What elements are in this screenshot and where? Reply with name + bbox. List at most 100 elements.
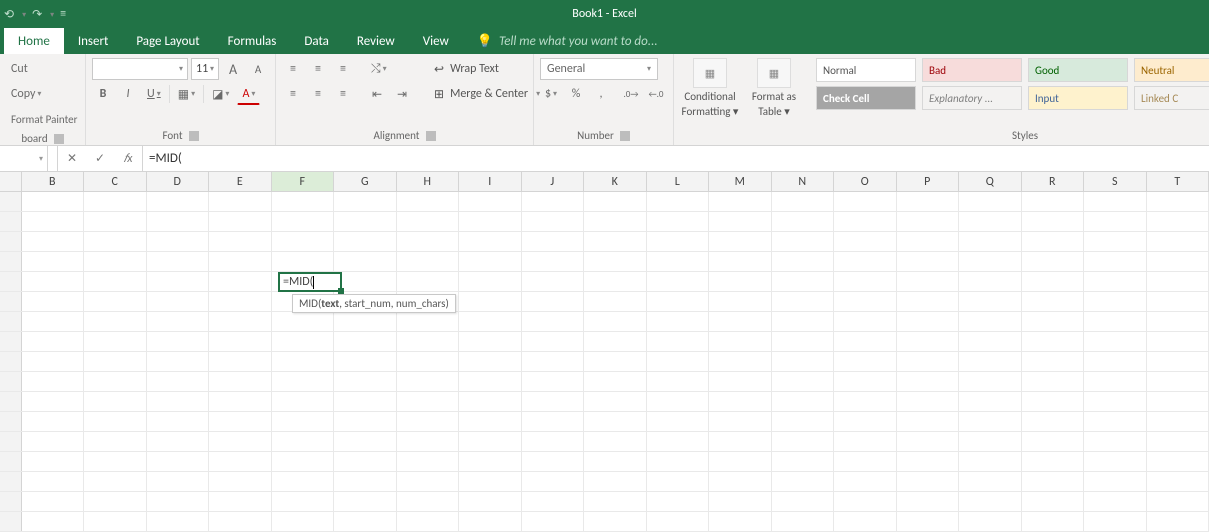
cell[interactable] [459, 192, 522, 211]
cell[interactable] [772, 232, 835, 251]
cell[interactable] [772, 292, 835, 311]
number-format-combo[interactable]: General [540, 58, 658, 80]
align-top-button[interactable]: ≡ [282, 58, 304, 80]
column-header[interactable]: C [84, 172, 147, 191]
cell[interactable] [1022, 392, 1085, 411]
cell[interactable] [1022, 212, 1085, 231]
cell[interactable] [459, 252, 522, 271]
cell[interactable] [334, 192, 397, 211]
cell[interactable] [522, 372, 585, 391]
grid-rows[interactable]: =MID( MID(text, start_num, num_chars) [0, 192, 1209, 532]
cell[interactable] [647, 292, 710, 311]
cell[interactable] [334, 232, 397, 251]
column-header[interactable]: I [459, 172, 522, 191]
cell[interactable] [459, 452, 522, 471]
cell[interactable] [84, 292, 147, 311]
cell[interactable] [897, 472, 960, 491]
cell[interactable] [1084, 432, 1147, 451]
cell[interactable] [459, 272, 522, 291]
tab-view[interactable]: View [409, 28, 463, 54]
font-color-button[interactable]: A [237, 83, 260, 105]
cell[interactable] [647, 412, 710, 431]
cell[interactable] [834, 232, 897, 251]
cell[interactable] [834, 512, 897, 531]
cell[interactable] [959, 392, 1022, 411]
cell[interactable] [772, 412, 835, 431]
cell[interactable] [397, 512, 460, 531]
fill-color-button[interactable]: ◪ [207, 83, 234, 105]
cell[interactable] [584, 292, 647, 311]
cell[interactable] [1147, 192, 1209, 211]
cell[interactable] [647, 352, 710, 371]
cell[interactable] [209, 232, 272, 251]
cell[interactable] [459, 432, 522, 451]
cell[interactable] [334, 372, 397, 391]
column-header[interactable]: H [397, 172, 460, 191]
style-bad[interactable]: Bad [922, 58, 1022, 82]
row-header[interactable] [0, 452, 22, 471]
cell[interactable] [897, 212, 960, 231]
column-header[interactable]: P [897, 172, 960, 191]
cell[interactable] [772, 332, 835, 351]
column-header[interactable]: R [1022, 172, 1085, 191]
cell[interactable] [1147, 432, 1209, 451]
cell[interactable] [22, 192, 85, 211]
select-all-button[interactable] [0, 172, 22, 191]
cell[interactable] [459, 512, 522, 531]
cell[interactable] [209, 492, 272, 511]
cell[interactable] [147, 332, 210, 351]
cell[interactable] [147, 372, 210, 391]
cell[interactable] [1147, 352, 1209, 371]
cell[interactable] [334, 492, 397, 511]
cell[interactable] [709, 412, 772, 431]
cell[interactable] [584, 432, 647, 451]
cell[interactable] [772, 452, 835, 471]
cell[interactable] [1147, 372, 1209, 391]
cell[interactable] [22, 432, 85, 451]
cell[interactable] [459, 212, 522, 231]
cell[interactable] [772, 432, 835, 451]
column-header[interactable]: M [709, 172, 772, 191]
cell[interactable] [584, 252, 647, 271]
cell[interactable] [22, 352, 85, 371]
cell[interactable] [522, 472, 585, 491]
cell[interactable] [397, 332, 460, 351]
cell[interactable] [772, 252, 835, 271]
style-linked-cell[interactable]: Linked C [1134, 86, 1209, 110]
cell[interactable] [1084, 292, 1147, 311]
cell[interactable] [584, 392, 647, 411]
cell[interactable] [147, 232, 210, 251]
redo-icon[interactable]: ↷ [32, 7, 42, 22]
cell[interactable] [147, 252, 210, 271]
cell[interactable] [522, 232, 585, 251]
cell[interactable] [334, 352, 397, 371]
cell[interactable] [209, 332, 272, 351]
row-header[interactable] [0, 232, 22, 251]
cell[interactable] [959, 452, 1022, 471]
accounting-format-button[interactable]: $ [540, 83, 562, 105]
cell[interactable] [959, 212, 1022, 231]
cell[interactable] [897, 252, 960, 271]
cell[interactable] [709, 392, 772, 411]
cell[interactable] [147, 352, 210, 371]
cell[interactable] [272, 212, 335, 231]
qat-customize-icon[interactable]: ≡ [60, 7, 66, 21]
row-header[interactable] [0, 372, 22, 391]
cell[interactable] [209, 512, 272, 531]
cell[interactable] [459, 412, 522, 431]
bold-button[interactable]: B [92, 83, 114, 105]
cell[interactable] [84, 412, 147, 431]
cell[interactable] [647, 512, 710, 531]
cell[interactable] [647, 452, 710, 471]
cell[interactable] [334, 392, 397, 411]
row-header[interactable] [0, 212, 22, 231]
cell[interactable] [147, 212, 210, 231]
cell[interactable] [397, 212, 460, 231]
cell[interactable] [647, 492, 710, 511]
row-header[interactable] [0, 512, 22, 531]
cell[interactable] [834, 492, 897, 511]
worksheet[interactable]: BCDEFGHIJKLMNOPQRST =MID( MID(text, star… [0, 172, 1209, 532]
cell[interactable] [522, 412, 585, 431]
cell[interactable] [209, 312, 272, 331]
font-size-combo[interactable]: 11 [191, 58, 219, 80]
